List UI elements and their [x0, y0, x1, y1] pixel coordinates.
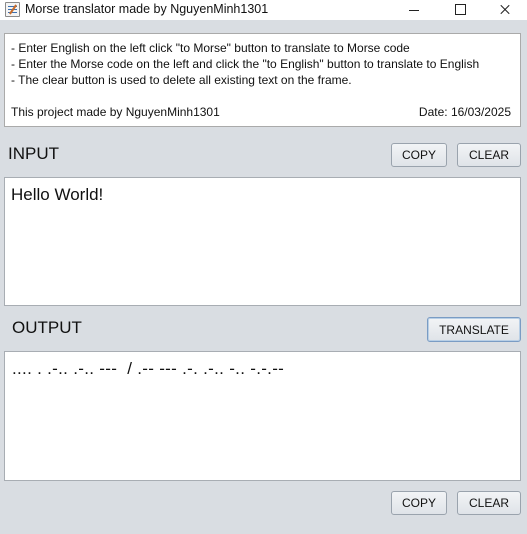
credit-text: This project made by NguyenMinh1301: [11, 105, 220, 119]
output-textarea[interactable]: .... . .-.. .-.. --- / .-- --- .-. .-.. …: [4, 351, 521, 481]
input-label: INPUT: [8, 144, 59, 163]
close-button[interactable]: [483, 0, 527, 20]
input-textarea[interactable]: Hello World!: [4, 177, 521, 306]
output-clear-button[interactable]: CLEAR: [457, 491, 521, 515]
app-icon: [5, 2, 20, 17]
translate-button[interactable]: TRANSLATE: [427, 317, 521, 342]
maximize-button[interactable]: [439, 0, 483, 20]
instruction-line: - Enter the Morse code on the left and c…: [11, 57, 480, 71]
minimize-button[interactable]: [395, 0, 439, 20]
output-copy-button[interactable]: COPY: [391, 491, 447, 515]
window-title: Morse translator made by NguyenMinh1301: [25, 2, 269, 16]
instruction-line: - The clear button is used to delete all…: [11, 73, 352, 87]
date-text: Date: 16/03/2025: [418, 105, 511, 119]
instruction-line: - Enter English on the left click "to Mo…: [11, 41, 410, 55]
input-clear-button[interactable]: CLEAR: [457, 143, 521, 167]
input-copy-button[interactable]: COPY: [391, 143, 447, 167]
output-label: OUTPUT: [12, 318, 82, 337]
instructions-panel: - Enter English on the left click "to Mo…: [4, 33, 521, 127]
title-bar: Morse translator made by NguyenMinh1301: [0, 0, 527, 20]
